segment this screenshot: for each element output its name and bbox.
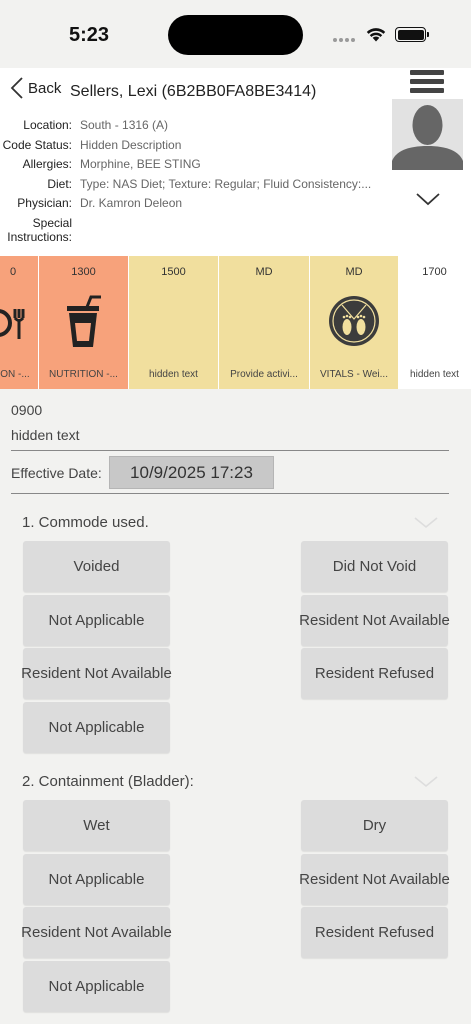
task-label: VITALS - Wei... <box>320 369 388 380</box>
task-time: 1500 <box>161 266 186 278</box>
patient-info: Location: South - 1316 (A) Code Status: … <box>0 116 385 244</box>
option-button[interactable]: Resident Not Available <box>299 595 450 646</box>
option-button[interactable]: Not Applicable <box>23 595 170 646</box>
task-tile[interactable]: MD VITALS - Wei... <box>310 256 399 389</box>
info-value: Type: NAS Diet; Texture: Regular; Fluid … <box>80 176 372 191</box>
divider <box>11 493 449 494</box>
option-button[interactable]: Not Applicable <box>23 961 170 1012</box>
battery-icon <box>395 27 429 42</box>
option-button[interactable]: Not Applicable <box>23 854 170 905</box>
collapse-chevron-icon[interactable] <box>413 775 439 789</box>
option-button[interactable]: Resident Refused <box>301 907 448 958</box>
wifi-icon <box>366 28 386 42</box>
task-tile[interactable]: 0 ON -... <box>0 256 39 389</box>
question-title: 2. Containment (Bladder): <box>22 773 194 790</box>
effective-date-field[interactable]: 10/9/2025 17:23 <box>109 456 274 489</box>
collapse-chevron-icon[interactable] <box>413 516 439 530</box>
status-bar: 5:23 <box>0 0 471 68</box>
task-label: Provide activi... <box>230 369 298 380</box>
patient-name: Sellers, Lexi (6B2BB0FA8BE3414) <box>70 83 317 100</box>
option-button[interactable]: Dry <box>301 800 448 851</box>
info-row-physician: Physician: Dr. Kamron Deleon <box>0 194 385 214</box>
task-time: MD <box>255 266 273 278</box>
back-label: Back <box>28 79 62 97</box>
task-time: MD <box>345 266 363 278</box>
option-button[interactable]: Wet <box>23 800 170 851</box>
drink-cup-icon <box>67 295 101 347</box>
info-label: Code Status: <box>2 137 72 152</box>
patient-avatar <box>392 99 463 170</box>
effective-date-label: Effective Date: <box>11 465 102 481</box>
info-value: Morphine, BEE STING <box>80 157 201 171</box>
info-value: South - 1316 (A) <box>80 118 169 132</box>
person-silhouette-icon <box>392 105 463 170</box>
option-button[interactable]: Resident Not Available <box>299 854 450 905</box>
scale-footprints-icon <box>329 296 379 346</box>
option-button[interactable]: Resident Not Available <box>21 907 172 958</box>
plate-utensils-icon <box>0 309 25 339</box>
expand-chevron-icon[interactable] <box>415 191 441 207</box>
option-button[interactable]: Not Applicable <box>23 702 170 753</box>
menu-list-icon[interactable] <box>410 68 446 96</box>
info-label: Physician: <box>17 196 72 210</box>
info-row-allergies: Allergies: Morphine, BEE STING <box>0 155 385 175</box>
status-time: 5:23 <box>69 24 110 46</box>
chevron-left-icon <box>10 77 23 99</box>
back-button[interactable]: Back <box>10 76 61 100</box>
info-value: Hidden Description <box>80 137 182 152</box>
task-time: 0 <box>9 266 17 278</box>
option-button[interactable]: Voided <box>23 541 170 592</box>
info-label: Special Instructions: <box>7 215 72 244</box>
task-tile[interactable]: 1700 hidden text <box>399 256 471 389</box>
option-button[interactable]: Resident Not Available <box>21 648 172 699</box>
dynamic-island <box>168 15 303 55</box>
info-row-code-status: Code Status: Hidden Description <box>0 136 385 156</box>
task-tile[interactable]: MD Provide activi... <box>219 256 310 389</box>
info-label: Allergies: <box>22 157 72 171</box>
option-button[interactable]: Did Not Void <box>301 541 448 592</box>
cellular-signal-icon <box>333 38 355 42</box>
task-time: 1300 <box>71 266 96 278</box>
task-label: hidden text <box>149 369 198 380</box>
task-strip: 0 ON -... 1300 NUTRITION -... 1500 hidde… <box>0 256 471 389</box>
task-tile[interactable]: 1500 hidden text <box>129 256 219 389</box>
task-tile[interactable]: 1300 NUTRITION -... <box>39 256 129 389</box>
task-label: ON -... <box>0 369 30 380</box>
option-button[interactable]: Resident Refused <box>301 648 448 699</box>
info-row-special-instructions: Special Instructions: <box>0 214 385 244</box>
info-value: Dr. Kamron Deleon <box>80 196 183 210</box>
task-label: NUTRITION -... <box>49 369 118 380</box>
task-time: 1700 <box>422 266 447 278</box>
question-title: 1. Commode used. <box>22 514 149 531</box>
info-label: Diet: <box>47 176 72 191</box>
info-row-diet: Diet: Type: NAS Diet; Texture: Regular; … <box>0 175 385 195</box>
info-label: Location: <box>23 118 72 132</box>
info-row-location: Location: South - 1316 (A) <box>0 116 385 136</box>
task-detail-title: hidden text <box>11 427 80 443</box>
task-label: hidden text <box>410 369 459 380</box>
task-documentation-screen: 5:23 Back Sellers, Lexi (6B2BB0FA8BE3414… <box>0 0 471 1024</box>
patient-header: Back Sellers, Lexi (6B2BB0FA8BE3414) Loc… <box>0 68 471 256</box>
divider <box>11 450 449 451</box>
task-detail-time: 0900 <box>11 402 43 418</box>
